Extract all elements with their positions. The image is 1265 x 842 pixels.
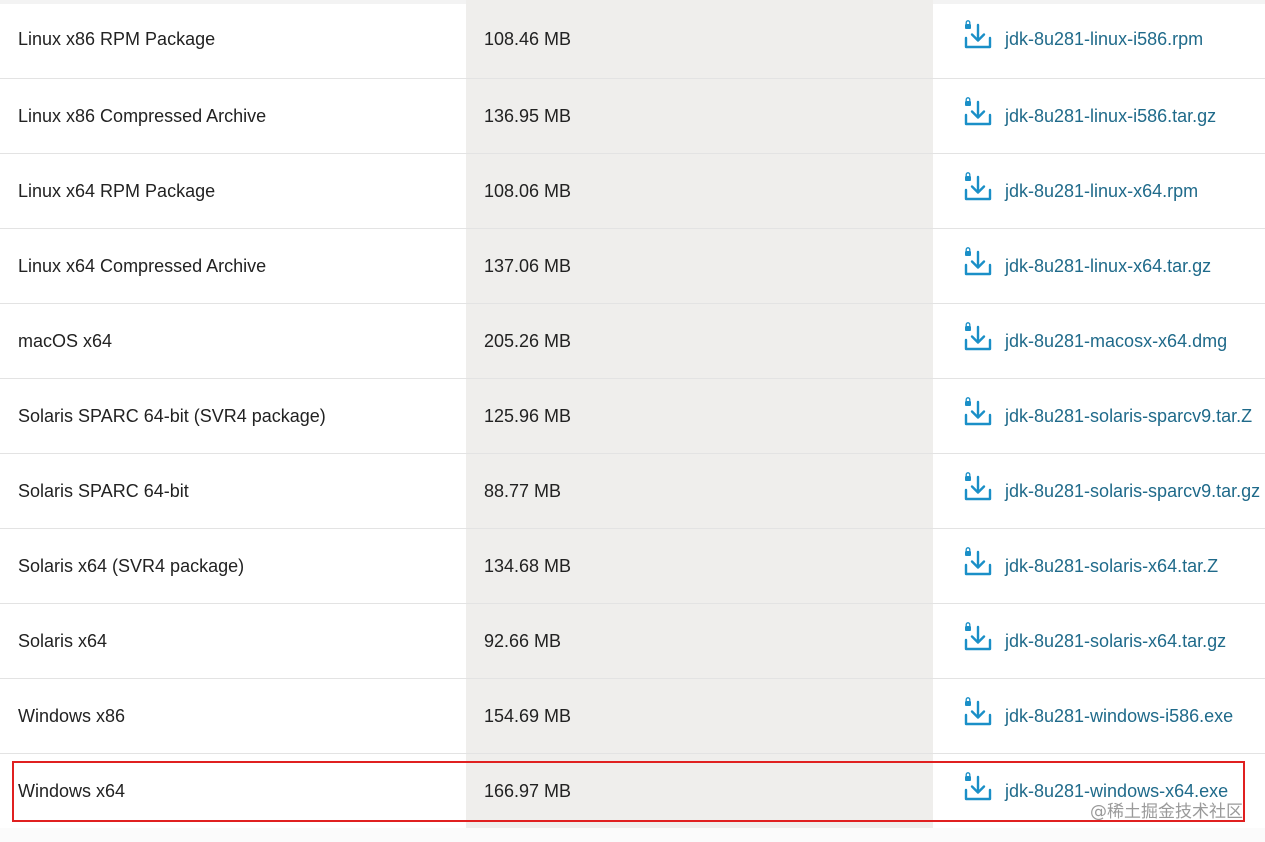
download-link[interactable]: jdk-8u281-solaris-x64.tar.Z (1005, 556, 1218, 577)
product-cell: Solaris SPARC 64-bit (18, 480, 189, 501)
product-cell: Solaris x64 (18, 630, 108, 651)
download-lock-icon[interactable] (962, 472, 994, 504)
download-lock-icon[interactable] (962, 397, 994, 429)
file-size-cell: 137.06 MB (484, 255, 572, 276)
download-cell: jdk-8u281-linux-x64.rpm (962, 154, 1198, 228)
download-link[interactable]: jdk-8u281-linux-x64.tar.gz (1005, 256, 1211, 277)
product-cell: Solaris SPARC 64-bit (SVR4 package) (18, 405, 326, 426)
watermark: @稀土掘金技术社区 (1090, 802, 1243, 822)
file-size-cell: 136.95 MB (484, 105, 572, 126)
file-size-cell: 108.06 MB (484, 180, 572, 201)
table-row: Solaris x64 92.66 MB jdk-8u281-solaris-x… (0, 604, 1265, 679)
download-cell: jdk-8u281-solaris-sparcv9.tar.Z (962, 379, 1252, 453)
table-row: Solaris SPARC 64-bit (SVR4 package) 125.… (0, 379, 1265, 454)
download-cell: jdk-8u281-windows-i586.exe (962, 679, 1233, 753)
download-cell: jdk-8u281-macosx-x64.dmg (962, 304, 1227, 378)
download-cell: jdk-8u281-linux-i586.tar.gz (962, 79, 1216, 153)
download-link[interactable]: jdk-8u281-windows-i586.exe (1005, 706, 1233, 727)
product-cell: Windows x64 (18, 780, 126, 801)
file-size-cell: 92.66 MB (484, 630, 562, 651)
download-cell: jdk-8u281-solaris-sparcv9.tar.gz (962, 454, 1260, 528)
file-size-cell: 166.97 MB (484, 780, 572, 801)
file-size-cell: 154.69 MB (484, 705, 572, 726)
download-link[interactable]: jdk-8u281-linux-x64.rpm (1005, 181, 1198, 202)
table-row: Windows x86 154.69 MB jdk-8u281-windows-… (0, 679, 1265, 754)
download-lock-icon[interactable] (962, 697, 994, 729)
download-lock-icon[interactable] (962, 247, 994, 279)
file-size-cell: 134.68 MB (484, 555, 572, 576)
download-link[interactable]: jdk-8u281-solaris-sparcv9.tar.gz (1005, 481, 1260, 502)
product-cell: Linux x86 Compressed Archive (18, 105, 267, 126)
file-size-cell: 108.46 MB (484, 28, 572, 49)
product-cell: Solaris x64 (SVR4 package) (18, 555, 245, 576)
table-row: Solaris SPARC 64-bit 88.77 MB jdk-8u281-… (0, 454, 1265, 529)
download-link[interactable]: jdk-8u281-linux-i586.tar.gz (1005, 106, 1216, 127)
file-size-cell: 125.96 MB (484, 405, 572, 426)
table-row: Linux x86 Compressed Archive 136.95 MB j… (0, 79, 1265, 154)
product-cell: macOS x64 (18, 330, 113, 351)
table-row: macOS x64 205.26 MB jdk-8u281-macosx-x64… (0, 304, 1265, 379)
download-lock-icon[interactable] (962, 622, 994, 654)
download-lock-icon[interactable] (962, 172, 994, 204)
download-cell: jdk-8u281-linux-x64.tar.gz (962, 229, 1211, 303)
table-row: Windows x64 166.97 MB jdk-8u281-windows-… (0, 754, 1265, 829)
table-row: Linux x86 RPM Package 108.46 MB jdk-8u28… (0, 0, 1265, 79)
product-cell: Linux x64 Compressed Archive (18, 255, 267, 276)
download-cell: jdk-8u281-solaris-x64.tar.Z (962, 529, 1218, 603)
download-link[interactable]: jdk-8u281-solaris-sparcv9.tar.Z (1005, 406, 1252, 427)
file-size-cell: 205.26 MB (484, 330, 572, 351)
download-link[interactable]: jdk-8u281-linux-i586.rpm (1005, 29, 1203, 50)
download-page: Linux x86 RPM Package 108.46 MB jdk-8u28… (0, 0, 1265, 842)
downloads-table: Linux x86 RPM Package 108.46 MB jdk-8u28… (0, 0, 1265, 829)
download-link[interactable]: jdk-8u281-macosx-x64.dmg (1005, 331, 1227, 352)
download-cell: jdk-8u281-linux-i586.rpm (962, 0, 1203, 78)
download-lock-icon[interactable] (962, 772, 994, 804)
download-link[interactable]: jdk-8u281-solaris-x64.tar.gz (1005, 631, 1226, 652)
product-cell: Linux x86 RPM Package (18, 28, 216, 49)
table-row: Linux x64 Compressed Archive 137.06 MB j… (0, 229, 1265, 304)
product-cell: Windows x86 (18, 705, 126, 726)
product-cell: Linux x64 RPM Package (18, 180, 216, 201)
download-lock-icon[interactable] (962, 97, 994, 129)
table-row: Solaris x64 (SVR4 package) 134.68 MB jdk… (0, 529, 1265, 604)
download-lock-icon[interactable] (962, 322, 994, 354)
download-lock-icon[interactable] (962, 20, 994, 52)
table-row: Linux x64 RPM Package 108.06 MB jdk-8u28… (0, 154, 1265, 229)
bottom-strip (0, 828, 1265, 842)
file-size-cell: 88.77 MB (484, 480, 562, 501)
download-lock-icon[interactable] (962, 547, 994, 579)
download-cell: jdk-8u281-solaris-x64.tar.gz (962, 604, 1226, 678)
